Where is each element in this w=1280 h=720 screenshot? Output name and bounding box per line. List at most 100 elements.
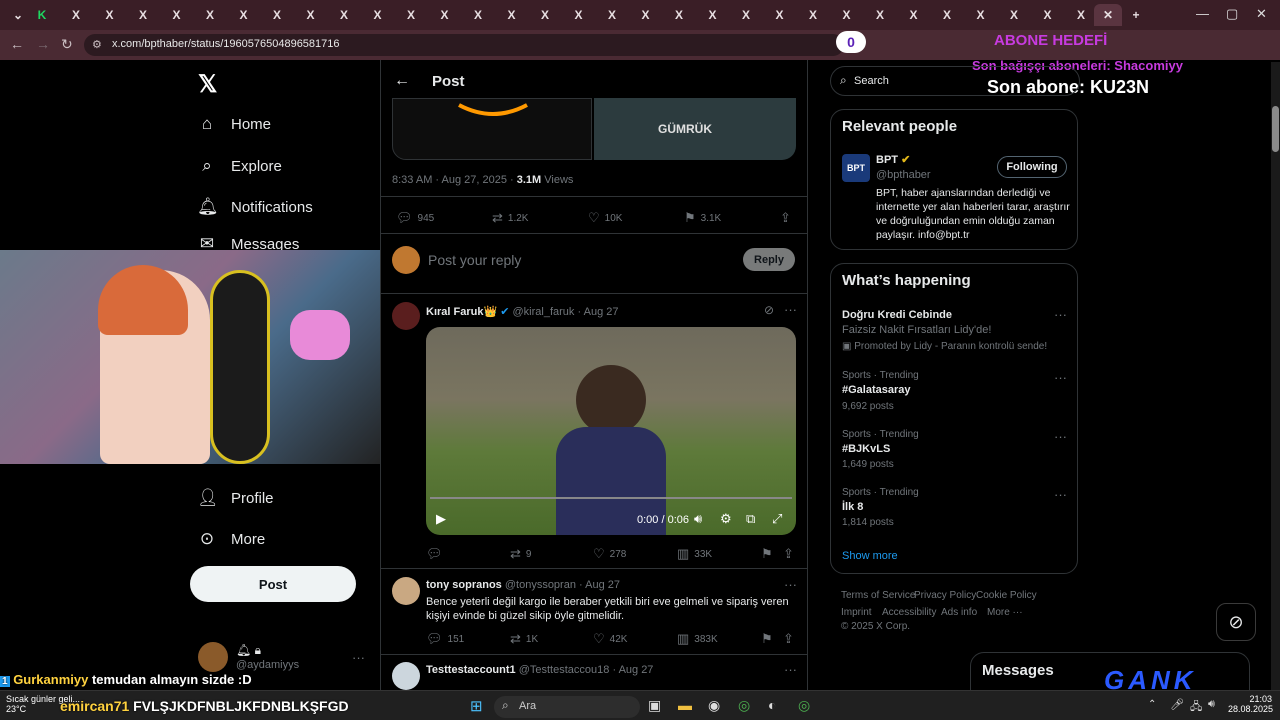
tab-x-18[interactable]: X (632, 4, 660, 26)
reply1-handle[interactable]: @kiral_faruk (513, 306, 575, 318)
trend2-more-icon[interactable]: ··· (1054, 429, 1067, 444)
promo-title[interactable]: Doğru Kredi Cebinde (842, 309, 952, 321)
grok-icon[interactable]: ⊘ (1216, 603, 1256, 641)
reply2-name[interactable]: tony sopranos (426, 579, 502, 591)
tab-x-4[interactable]: X (163, 4, 191, 26)
show-more-link[interactable]: Show more (842, 550, 898, 562)
tab-x-24[interactable]: X (833, 4, 861, 26)
tab-x-6[interactable]: X (230, 4, 258, 26)
tab-x-20[interactable]: X (699, 4, 727, 26)
tab-x-3[interactable]: X (129, 4, 157, 26)
speaker-icon[interactable]: 🔊︎ (1208, 698, 1215, 711)
close-window-button[interactable]: ✕ (1256, 6, 1267, 22)
account-more-icon[interactable]: ··· (352, 650, 365, 665)
reply2-avatar[interactable] (392, 577, 420, 605)
reply-action[interactable]: 💬︎ 945 (396, 210, 434, 226)
reply1-more-icon[interactable]: ··· (784, 302, 797, 317)
file-explorer-icon[interactable]: ▬ (678, 697, 692, 713)
tab-x-29[interactable]: X (1000, 4, 1028, 26)
reply1-repost-action[interactable]: ⇄ 9 (510, 546, 531, 562)
like-action[interactable]: ♡ 10K (588, 210, 622, 226)
footer-more[interactable]: More ··· (987, 607, 1023, 618)
grok-icon[interactable]: ⊘ (764, 303, 774, 317)
fullscreen-icon[interactable]: ⤢ (772, 511, 782, 527)
reply2-views-action[interactable]: ▥ 383K (677, 631, 718, 647)
settings-icon[interactable]: ⚙ (720, 511, 732, 527)
tab-x-21[interactable]: X (732, 4, 760, 26)
nav-messages[interactable]: ✉ Messages (197, 238, 300, 250)
footer-imprint[interactable]: Imprint (841, 607, 872, 618)
obs-icon[interactable]: ◉ (708, 697, 720, 714)
tab-x-16[interactable]: X (565, 4, 593, 26)
bookmark-action[interactable]: ⚑ 3.1K (684, 210, 721, 226)
tab-kick[interactable]: K (28, 4, 56, 26)
account-avatar[interactable] (198, 642, 228, 672)
reply-input[interactable]: Post your reply (428, 252, 521, 268)
taskbar-search[interactable] (494, 696, 640, 718)
github-icon[interactable]: ◐ (768, 697, 776, 713)
video-progress[interactable] (430, 497, 792, 499)
tab-x-7[interactable]: X (263, 4, 291, 26)
reply1-views-action[interactable]: ▥ 33K (677, 546, 712, 562)
trend3-title[interactable]: İlk 8 (842, 501, 863, 513)
chrome-2-icon[interactable]: ◎ (798, 697, 810, 714)
windows-start-icon[interactable]: ⊞ (470, 697, 483, 715)
reply3-name[interactable]: Testtestaccount1 (426, 664, 516, 676)
reply3-avatar[interactable] (392, 662, 420, 690)
reply2-handle[interactable]: @tonyssopran (505, 579, 576, 591)
tab-x-10[interactable]: X (364, 4, 392, 26)
tab-x-9[interactable]: X (330, 4, 358, 26)
taskbar-clock[interactable]: 21:03 28.08.2025 (1228, 694, 1273, 714)
forward-icon[interactable]: → (36, 36, 50, 52)
reply1-share-action[interactable]: ⇪ (783, 546, 794, 562)
tab-x-13[interactable]: X (464, 4, 492, 26)
x-logo-icon[interactable]: 𝕏 (198, 70, 217, 99)
reply1-avatar[interactable] (392, 302, 420, 330)
reply2-more-icon[interactable]: ··· (784, 577, 797, 592)
tab-x-2[interactable]: X (96, 4, 124, 26)
trend3-more-icon[interactable]: ··· (1054, 487, 1067, 502)
tab-x-1[interactable]: X (62, 4, 90, 26)
tab-x-19[interactable]: X (665, 4, 693, 26)
promo-more-icon[interactable]: ··· (1054, 307, 1067, 322)
maximize-button[interactable]: ▢ (1226, 6, 1238, 22)
nav-more[interactable]: ⊙ More (197, 529, 265, 549)
reply1-name[interactable]: Kıral Faruk👑 (426, 306, 497, 318)
back-arrow-icon[interactable]: ← (394, 72, 410, 90)
tab-x-12[interactable]: X (431, 4, 459, 26)
nav-home[interactable]: ⌂ Home (197, 114, 271, 134)
footer-privacy[interactable]: Privacy Policy (914, 590, 976, 601)
tab-x-5[interactable]: X (196, 4, 224, 26)
tab-x-14[interactable]: X (498, 4, 526, 26)
tab-x-15[interactable]: X (531, 4, 559, 26)
tab-x-11[interactable]: X (397, 4, 425, 26)
nav-explore[interactable]: ⌕ Explore (197, 156, 282, 176)
trend2-title[interactable]: #BJKvLS (842, 443, 890, 455)
post-button[interactable]: Post (190, 566, 356, 602)
post-image-customs[interactable]: GÜMRÜK (594, 98, 796, 160)
mic-icon[interactable]: 🎤︎ (1170, 698, 1184, 711)
post-image-amazon[interactable] (392, 98, 592, 160)
tray-chevron-icon[interactable]: ⌃ (1148, 699, 1156, 710)
reply2-share-action[interactable]: ⇪ (783, 631, 794, 647)
video-player[interactable]: ▶ 0:00 / 0:06 🔊︎ ⚙ ⧉ ⤢ (426, 327, 796, 535)
tab-close-icon[interactable]: ✕ (1094, 4, 1122, 26)
reply1-like-action[interactable]: ♡ 278 (593, 546, 626, 562)
nav-notifications[interactable]: 🔔︎ Notifications (197, 197, 313, 217)
tab-x-17[interactable]: X (598, 4, 626, 26)
tab-x-22[interactable]: X (766, 4, 794, 26)
play-icon[interactable]: ▶ (436, 511, 446, 527)
bpt-handle[interactable]: @bpthaber (876, 169, 931, 181)
share-action[interactable]: ⇪ (780, 210, 791, 226)
scrollbar-thumb[interactable] (1272, 106, 1279, 152)
back-icon[interactable]: ← (10, 36, 24, 52)
trend1-more-icon[interactable]: ··· (1054, 370, 1067, 385)
reply1-reply-action[interactable]: 💬︎ (426, 546, 448, 562)
tab-x-31[interactable]: X (1067, 4, 1095, 26)
new-tab-button[interactable]: + (1122, 4, 1150, 26)
reply2-like-action[interactable]: ♡ 42K (593, 631, 627, 647)
reply2-bookmark-action[interactable]: ⚑ (761, 631, 773, 647)
tab-x-28[interactable]: X (967, 4, 995, 26)
bpt-avatar[interactable]: BPT (842, 154, 870, 182)
site-info-icon[interactable]: ⚙ (92, 38, 102, 51)
